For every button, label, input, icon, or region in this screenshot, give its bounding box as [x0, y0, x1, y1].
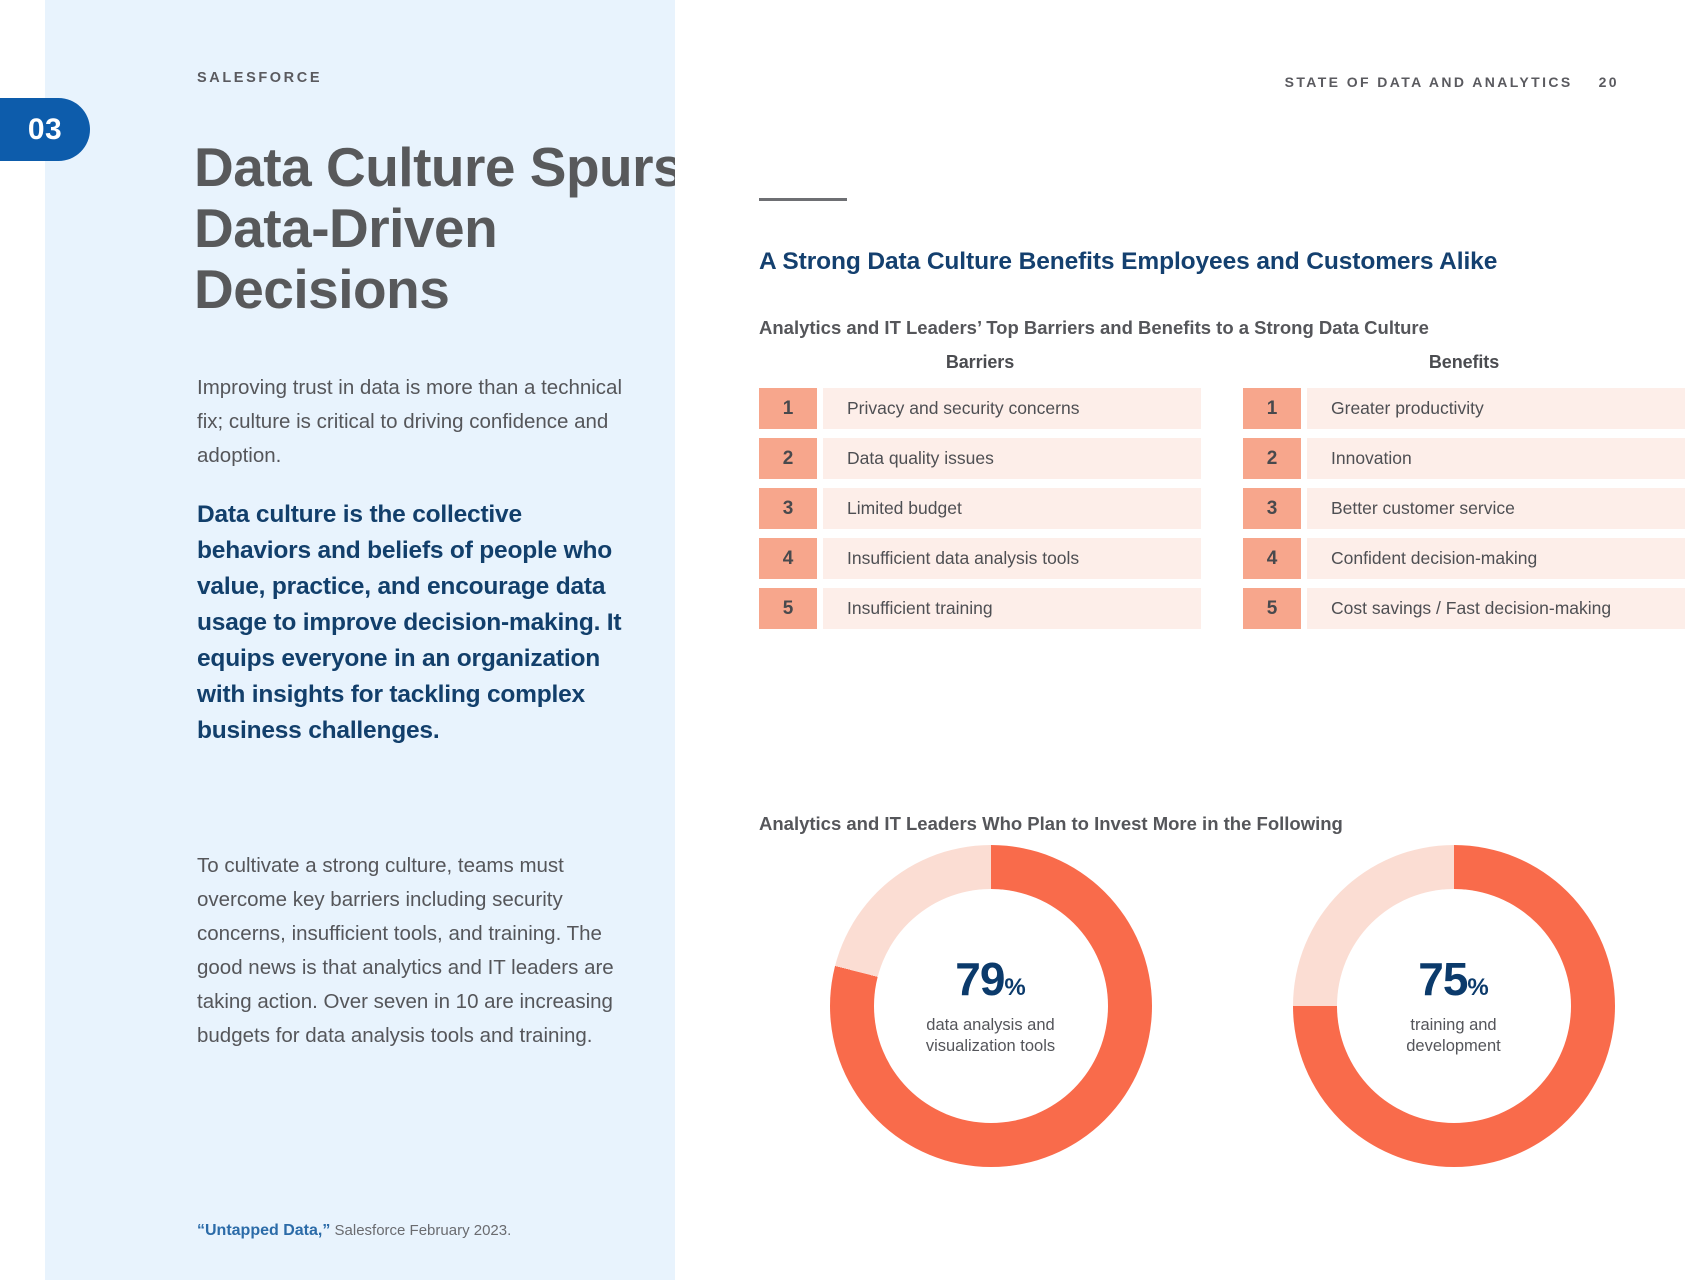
barriers-column-title: Barriers — [945, 352, 1015, 372]
rank-badge: 3 — [759, 488, 817, 529]
table-row: 3 Limited budget — [759, 488, 1201, 529]
running-header-title: STATE OF DATA AND ANALYTICS — [1284, 74, 1573, 90]
barrier-label: Data quality issues — [823, 438, 1201, 479]
benefit-label: Greater productivity — [1307, 388, 1685, 429]
donuts-subheading: Analytics and IT Leaders Who Plan to Inv… — [759, 812, 1343, 834]
donut-caption-line2: visualization tools — [925, 1036, 1056, 1055]
benefit-label: Better customer service — [1307, 488, 1685, 529]
donut-center: 75% training and development — [1336, 889, 1571, 1123]
donut-value-number: 79 — [955, 952, 1005, 1005]
table-row: 1 Greater productivity — [1243, 388, 1685, 429]
table-row: 4 Confident decision-making — [1243, 538, 1685, 579]
donut-caption-line2: development — [1406, 1036, 1501, 1055]
rank-badge: 3 — [1243, 488, 1301, 529]
body-paragraph: To cultivate a strong culture, teams mus… — [197, 853, 614, 1047]
table-row: 4 Insufficient data analysis tools — [759, 538, 1201, 579]
donut-center: 79% data analysis and visualization tool… — [873, 889, 1108, 1123]
chapter-number-badge: 03 — [0, 98, 90, 161]
donut-caption: data analysis and visualization tools — [926, 1015, 1055, 1057]
rank-badge: 4 — [759, 538, 817, 579]
section-rule-divider — [759, 198, 847, 201]
donut-value: 79% — [955, 956, 1026, 1002]
table-row: 1 Privacy and security concerns — [759, 388, 1201, 429]
right-content-area: STATE OF DATA AND ANALYTICS 20 A Strong D… — [675, 0, 1707, 1280]
table-row: 5 Insufficient training — [759, 588, 1201, 629]
section-title: A Strong Data Culture Benefits Employees… — [759, 248, 1498, 276]
benefit-label: Innovation — [1307, 438, 1685, 479]
footnote: “Untapped Data,” Salesforce February 202… — [197, 1222, 511, 1240]
barrier-label: Insufficient data analysis tools — [823, 538, 1201, 579]
donut-caption-line1: data analysis and — [926, 1015, 1055, 1034]
barrier-label: Privacy and security concerns — [823, 388, 1201, 429]
donut-caption-line1: training and — [1410, 1015, 1497, 1034]
benefit-label: Confident decision-making — [1307, 538, 1685, 579]
rankings-container: Barriers 1 Privacy and security concerns… — [759, 352, 1685, 638]
left-panel: SALESFORCE Data Culture Spurs Data-Drive… — [45, 0, 684, 1280]
brand-eyebrow: SALESFORCE — [197, 70, 323, 86]
benefit-label: Cost savings / Fast decision-making — [1307, 588, 1685, 629]
table-row: 2 Data quality issues — [759, 438, 1201, 479]
rank-badge: 5 — [759, 588, 817, 629]
table-row: 5 Cost savings / Fast decision-making — [1243, 588, 1685, 629]
barrier-label: Insufficient training — [823, 588, 1201, 629]
donut-ring: 79% data analysis and visualization tool… — [829, 845, 1152, 1167]
lists-subheading: Analytics and IT Leaders’ Top Barriers a… — [759, 316, 1429, 338]
rank-badge: 2 — [1243, 438, 1301, 479]
rank-badge: 2 — [759, 438, 817, 479]
page-number: 20 — [1598, 74, 1619, 90]
donut-caption: training and development — [1406, 1015, 1500, 1057]
donut-charts-container: 79% data analysis and visualization tool… — [759, 845, 1685, 1167]
running-header: STATE OF DATA AND ANALYTICS 20 — [1285, 74, 1619, 90]
barrier-label: Limited budget — [823, 488, 1201, 529]
barriers-column: Barriers 1 Privacy and security concerns… — [759, 352, 1201, 638]
rank-badge: 1 — [1243, 388, 1301, 429]
benefits-column: Benefits 1 Greater productivity 2 Innova… — [1243, 352, 1685, 638]
rank-badge: 5 — [1243, 588, 1301, 629]
donut-value-number: 75 — [1418, 952, 1468, 1005]
donut-ring: 75% training and development — [1292, 845, 1615, 1167]
rank-badge: 4 — [1243, 538, 1301, 579]
footnote-source-link[interactable]: “Untapped Data,” — [197, 1222, 330, 1239]
donut-chart-data-tools: 79% data analysis and visualization tool… — [759, 845, 1222, 1167]
donut-value: 75% — [1418, 956, 1489, 1002]
pullquote-text: Data culture is the collective behaviors… — [197, 500, 622, 744]
table-row: 3 Better customer service — [1243, 488, 1685, 529]
percent-symbol: % — [1467, 973, 1489, 1001]
percent-symbol: % — [1004, 973, 1026, 1001]
donut-chart-training: 75% training and development — [1222, 845, 1685, 1167]
table-row: 2 Innovation — [1243, 438, 1685, 479]
intro-paragraph: Improving trust in data is more than a t… — [197, 375, 623, 467]
rank-badge: 1 — [759, 388, 817, 429]
page-title: Data Culture Spurs Data-Driven Decisions — [194, 135, 684, 320]
footnote-citation: Salesforce February 2023. — [330, 1222, 512, 1239]
benefits-column-title: Benefits — [1428, 352, 1500, 372]
